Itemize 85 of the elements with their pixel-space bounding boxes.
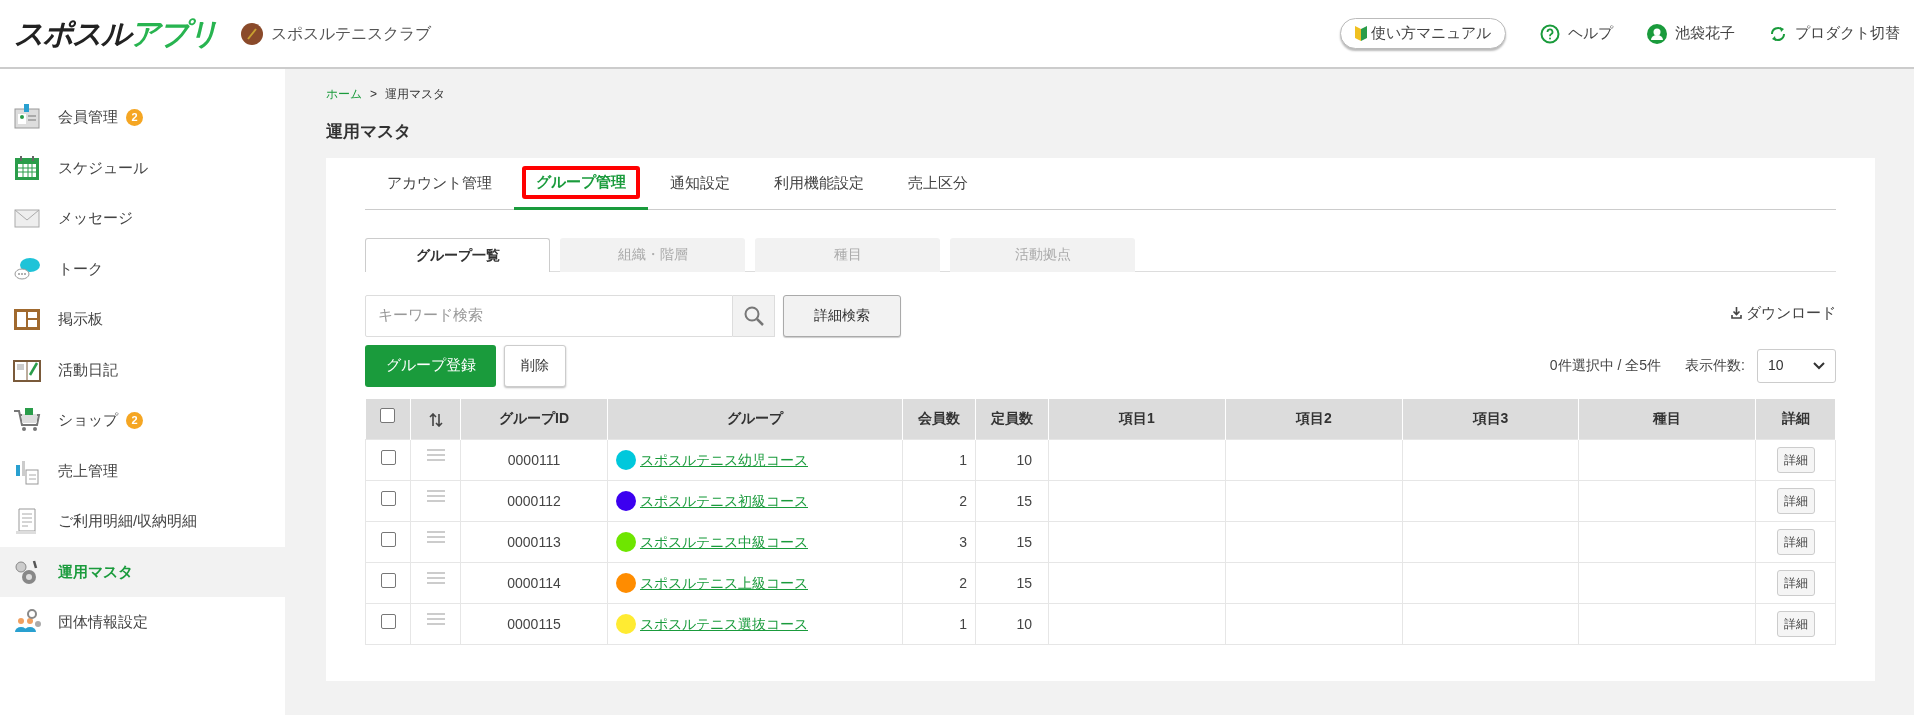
column-header: 会員数 (918, 410, 960, 427)
table-cell: 15 (1016, 492, 1032, 509)
selection-count: 0件選択中 / 全5件 (1549, 356, 1662, 375)
app-logo: スポスルアプリ (14, 18, 217, 49)
advanced-search-button[interactable]: 詳細検索 (783, 294, 901, 337)
sidebar-item[interactable]: ご利用明細/収納明細 (0, 496, 285, 547)
row-checkbox[interactable] (380, 572, 396, 588)
table-cell: 10 (1016, 615, 1032, 632)
drag-handle-icon[interactable] (425, 571, 446, 586)
notification-badge: 2 (126, 411, 143, 429)
tab[interactable]: 通知設定 (648, 157, 752, 210)
table-cell: 2 (959, 492, 967, 509)
sidebar-item[interactable]: 会員管理 2 (0, 92, 285, 143)
search-icon (742, 304, 765, 327)
user-menu[interactable]: 池袋花子 (1647, 22, 1735, 45)
breadcrumb-current: 運用マスタ (385, 86, 445, 103)
page-size-label: 表示件数: (1685, 356, 1745, 375)
download-link[interactable]: ダウンロード (1731, 301, 1836, 324)
column-header: グループ (727, 410, 783, 427)
sidebar-item[interactable]: メッセージ (0, 193, 285, 244)
column-header: 種目 (1653, 410, 1681, 427)
tab[interactable]: 利用機能設定 (752, 157, 886, 210)
sidebar-item[interactable]: トーク (0, 243, 285, 294)
table-cell: 10 (1016, 451, 1032, 468)
chevron-down-icon (1813, 361, 1825, 370)
column-header: 項目1 (1119, 410, 1155, 427)
detail-button[interactable]: 詳細 (1776, 570, 1815, 596)
refresh-icon (1769, 24, 1787, 43)
detail-button[interactable]: 詳細 (1776, 447, 1815, 473)
sidebar-item[interactable]: スケジュール (0, 142, 285, 193)
row-checkbox[interactable] (380, 490, 396, 506)
table-cell: 1 (959, 615, 967, 632)
manual-button[interactable]: 使い方マニュアル (1340, 18, 1506, 49)
register-group-button[interactable]: グループ登録 (365, 344, 496, 387)
table-cell: 0000113 (507, 533, 561, 550)
table-cell: 1 (959, 451, 967, 468)
column-header: 定員数 (991, 410, 1033, 427)
table-cell: 0000111 (507, 451, 561, 468)
product-switch-link[interactable]: プロダクト切替 (1769, 22, 1900, 45)
sidebar-item[interactable]: 団体情報設定 (0, 597, 285, 648)
column-header: 項目2 (1296, 410, 1332, 427)
drag-handle-icon[interactable] (425, 448, 446, 463)
sub-tab[interactable]: グループ一覧 (365, 237, 550, 272)
keyword-search-field[interactable]: キーワード検索 (365, 294, 733, 337)
row-checkbox[interactable] (380, 531, 396, 547)
table-cell: 2 (959, 574, 967, 591)
breadcrumb-separator: > (370, 86, 377, 103)
club-name: スポスルテニスクラブ (271, 23, 431, 44)
table-cell: 3 (959, 533, 967, 550)
select-all-checkbox[interactable] (380, 408, 396, 424)
column-header: 項目3 (1472, 410, 1509, 427)
column-header: グループID (499, 410, 569, 427)
table-cell: 15 (1016, 574, 1032, 591)
drag-handle-icon[interactable] (425, 530, 446, 545)
row-checkbox[interactable] (380, 613, 396, 629)
user-avatar-icon (1647, 23, 1667, 44)
table-cell: 15 (1016, 533, 1032, 550)
tab[interactable]: 売上区分 (886, 157, 990, 210)
club-emblem-icon (241, 22, 263, 45)
help-link[interactable]: ヘルプ (1540, 22, 1613, 45)
drag-handle-icon[interactable] (425, 612, 446, 627)
download-icon (1731, 306, 1742, 319)
sidebar-item[interactable]: 活動日記 (0, 344, 285, 395)
detail-button[interactable]: 詳細 (1776, 611, 1815, 637)
page-title: 運用マスタ (326, 121, 412, 143)
tab[interactable]: グループ管理 (514, 157, 648, 210)
search-button[interactable] (733, 294, 775, 337)
delete-button[interactable]: 削除 (504, 344, 566, 387)
detail-button[interactable]: 詳細 (1776, 488, 1815, 514)
detail-button[interactable]: 詳細 (1776, 529, 1815, 555)
sidebar-item[interactable]: 掲示板 (0, 294, 285, 345)
drag-handle-icon[interactable] (425, 489, 446, 504)
table-cell: 0000114 (507, 574, 561, 591)
row-checkbox[interactable] (380, 449, 396, 465)
table-cell: 0000112 (507, 492, 561, 509)
table-cell: 0000115 (507, 615, 561, 632)
column-header: 詳細 (1781, 410, 1810, 427)
notification-badge: 2 (126, 108, 143, 126)
tab[interactable]: アカウント管理 (365, 157, 514, 210)
sort-icon[interactable] (427, 412, 444, 427)
sidebar-item[interactable]: 売上管理 (0, 445, 285, 496)
sidebar-item[interactable]: ショップ 2 (0, 395, 285, 446)
help-icon (1540, 23, 1560, 44)
beginner-mark-icon (1355, 26, 1367, 41)
page-size-select[interactable]: 10 (1757, 348, 1836, 383)
